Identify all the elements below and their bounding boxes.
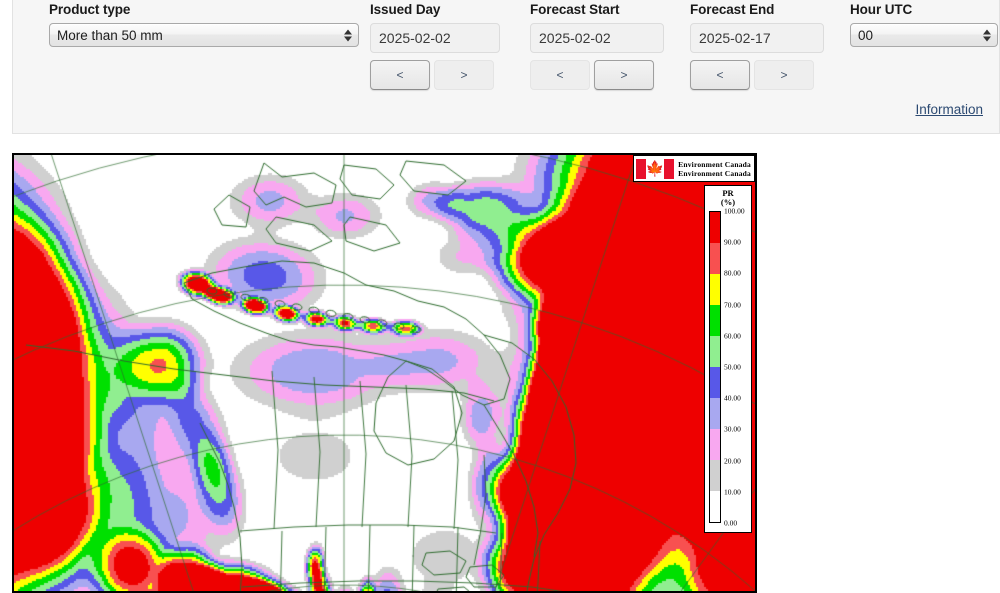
colorbar-swatch [710, 243, 720, 274]
select-updown-icon [343, 28, 352, 43]
product-type-select[interactable]: More than 50 mm [49, 23, 359, 47]
forecast-start-label: Forecast Start [530, 2, 620, 17]
product-type-value: More than 50 mm [57, 27, 163, 43]
product-type-label: Product type [49, 2, 131, 17]
colorbar-swatch [710, 429, 720, 460]
colorbar-swatch [710, 305, 720, 336]
colorbar-tick-labels: 0.00 10.00 20.00 30.00 40.00 50.00 60.00 70.00 8… [724, 207, 754, 528]
colorbar-tick: 0.00 [724, 518, 738, 528]
colorbar-tick: 20.00 [724, 456, 741, 466]
colorbar-tick: 100.00 [724, 206, 745, 216]
colorbar-tick: 40.00 [724, 393, 741, 403]
colorbar-tick: 50.00 [724, 362, 741, 372]
colorbar-tick: 90.00 [724, 237, 741, 247]
colorbar-title: PR (%) [705, 186, 751, 207]
issued-day-next-button[interactable]: > [434, 60, 494, 90]
issued-day-prev-button[interactable]: < [370, 60, 430, 90]
colorbar-swatch [710, 336, 720, 367]
map-raster [14, 155, 755, 591]
hour-utc-field: Hour UTC 00 [850, 2, 998, 47]
ec-label-en: Environment Canada [678, 159, 751, 169]
colorbar-tick: 60.00 [724, 331, 741, 341]
forecast-end-input[interactable]: 2025-02-17 [690, 23, 824, 53]
issued-day-label: Issued Day [370, 2, 441, 17]
forecast-control-panel: Product type More than 50 mm Issued Day … [12, 0, 1000, 134]
colorbar-gradient [709, 211, 721, 523]
issued-day-input[interactable]: 2025-02-02 [370, 23, 500, 53]
forecast-end-next-button[interactable]: > [754, 60, 814, 90]
colorbar-swatch [710, 491, 720, 522]
forecast-start-nav: < > [530, 60, 670, 90]
forecast-end-nav: < > [690, 60, 830, 90]
environment-canada-logo: 🍁 Environment Canada Environment Canada [633, 155, 755, 182]
forecast-end-prev-button[interactable]: < [690, 60, 750, 90]
product-type-field: Product type More than 50 mm [49, 2, 359, 47]
issued-day-field: Issued Day 2025-02-02 < > [370, 2, 510, 90]
colorbar-swatch [710, 398, 720, 429]
colorbar-tick: 70.00 [724, 300, 741, 310]
forecast-start-prev-button[interactable]: < [530, 60, 590, 90]
probability-forecast-map[interactable]: 🍁 Environment Canada Environment Canada … [12, 153, 757, 593]
colorbar-swatch [710, 274, 720, 305]
colorbar-tick: 10.00 [724, 487, 741, 497]
forecast-end-value: 2025-02-17 [699, 30, 771, 46]
forecast-end-field: Forecast End 2025-02-17 < > [690, 2, 830, 90]
ec-label-fr: Environment Canada [678, 168, 751, 178]
issued-day-nav: < > [370, 60, 510, 90]
colorbar-tick: 80.00 [724, 268, 741, 278]
issued-day-value: 2025-02-02 [379, 30, 451, 46]
colorbar-tick: 30.00 [724, 424, 741, 434]
forecast-start-value: 2025-02-02 [539, 30, 611, 46]
information-link[interactable]: Information [915, 102, 983, 117]
probability-colorbar-legend: PR (%) 0.00 10.00 20.00 30.00 40.00 50.00 60.0… [704, 185, 752, 533]
colorbar-swatch [710, 367, 720, 398]
hour-utc-value: 00 [858, 27, 874, 43]
colorbar-swatch [710, 460, 720, 491]
hour-utc-label: Hour UTC [850, 2, 913, 17]
colorbar-swatch [710, 212, 720, 243]
forecast-end-label: Forecast End [690, 2, 775, 17]
canada-flag-icon: 🍁 [636, 158, 675, 179]
forecast-start-field: Forecast Start 2025-02-02 < > [530, 2, 670, 90]
forecast-start-input[interactable]: 2025-02-02 [530, 23, 664, 53]
select-updown-icon [982, 28, 991, 43]
hour-utc-select[interactable]: 00 [850, 23, 998, 47]
forecast-start-next-button[interactable]: > [594, 60, 654, 90]
